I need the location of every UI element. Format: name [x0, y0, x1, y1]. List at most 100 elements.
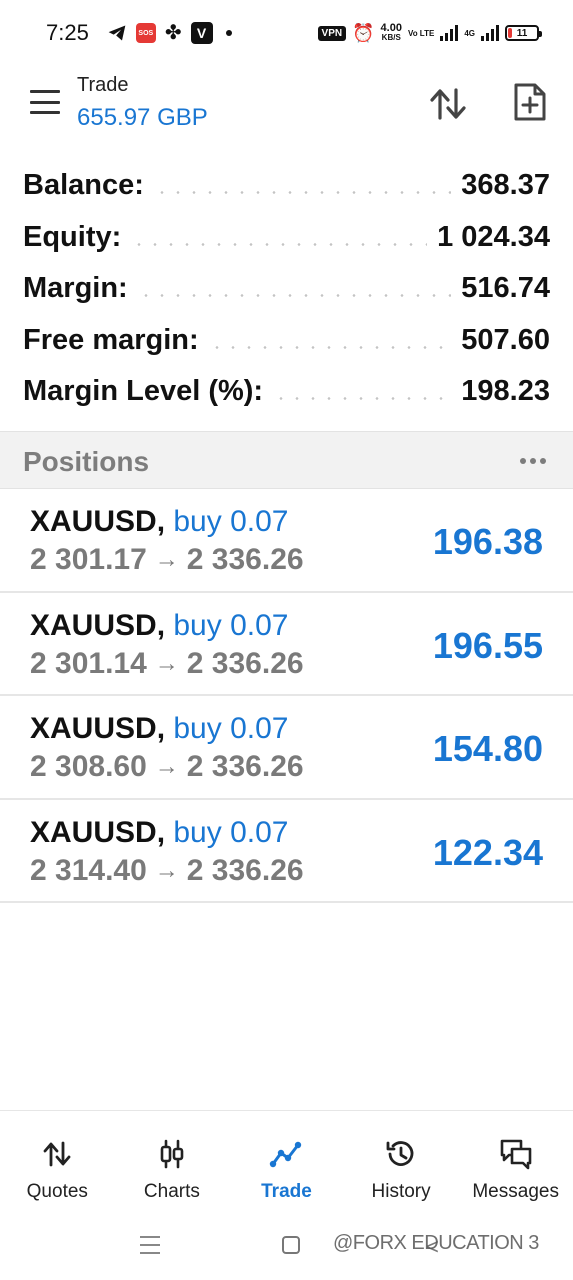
position-prices: 2 314.40 → 2 336.26: [30, 854, 304, 888]
summary-value: 1 024.34: [437, 220, 550, 253]
v-app-icon: V: [190, 22, 213, 44]
volte-indicator: Vo LTE: [407, 28, 435, 38]
alarm-icon: ⏰: [352, 22, 375, 43]
dotted-leader: [273, 397, 452, 401]
system-icons: VPN ⏰ 4.00 KB/S Vo LTE 4G 11: [317, 22, 542, 44]
summary-label: Balance:: [23, 169, 144, 202]
position-prices: 2 301.14 → 2 336.26: [30, 647, 304, 681]
positions-section-header[interactable]: Positions: [0, 431, 573, 489]
sos-icon: SOS: [135, 23, 156, 43]
position-side: buy 0.07: [173, 608, 289, 642]
sort-icon[interactable]: [428, 84, 468, 124]
account-balance-subtitle: 655.97 GBP: [77, 104, 208, 131]
position-prices: 2 308.60 → 2 336.26: [30, 750, 304, 784]
fan-icon: ✤: [164, 22, 182, 44]
dotted-leader: [137, 294, 452, 298]
nav-label: Messages: [472, 1181, 559, 1202]
position-symbol: XAUUSD: [30, 712, 157, 745]
position-row[interactable]: XAUUSD, buy 0.07 2 301.17 → 2 336.26 196.3…: [0, 489, 573, 593]
status-time: 7:25: [46, 20, 89, 45]
open-price: 2 308.60: [30, 750, 147, 783]
more-options-icon[interactable]: [520, 458, 546, 464]
nav-history[interactable]: History: [344, 1111, 459, 1220]
network-type: 4G: [464, 28, 475, 38]
position-title: XAUUSD, buy 0.07: [30, 505, 289, 538]
summary-label: Free margin:: [23, 323, 199, 356]
open-price: 2 301.17: [30, 543, 147, 576]
nav-charts[interactable]: Charts: [115, 1111, 230, 1220]
arrow-right-icon: →: [154, 753, 179, 780]
network-speed-value: 4.00: [380, 22, 402, 34]
position-row[interactable]: XAUUSD, buy 0.07 2 308.60 → 2 336.26 154.8…: [0, 696, 573, 800]
position-title: XAUUSD, buy 0.07: [30, 712, 289, 745]
position-symbol: XAUUSD: [30, 815, 157, 849]
summary-value: 507.60: [461, 323, 550, 356]
position-side: buy 0.07: [173, 815, 289, 849]
summary-label: Equity:: [23, 220, 122, 253]
arrow-right-icon: →: [154, 856, 179, 884]
current-price: 2 336.26: [186, 646, 304, 680]
nav-label: Trade: [261, 1181, 312, 1202]
positions-label: Positions: [23, 446, 150, 477]
status-bar: 7:25 SOS ✤ V VPN ⏰ 4.00 KB/S Vo LTE 4G 11: [0, 0, 573, 66]
summary-row-margin-level: Margin Level (%): 198.23: [0, 366, 573, 418]
charts-icon: [160, 1139, 184, 1169]
arrow-right-icon: →: [154, 546, 179, 573]
summary-value: 516.74: [461, 272, 550, 305]
position-profit: 196.55: [432, 624, 543, 666]
messages-icon: [500, 1139, 531, 1170]
trade-icon: [270, 1141, 302, 1168]
more-notifications-dot: [225, 30, 232, 36]
notification-icons: SOS ✤ V: [107, 22, 232, 44]
summary-label: Margin:: [23, 272, 128, 305]
summary-value: 368.37: [461, 169, 550, 202]
battery-level: 11: [516, 27, 528, 39]
dotted-leader: [208, 345, 452, 349]
position-symbol: XAUUSD: [30, 505, 157, 538]
nav-trade[interactable]: Trade: [229, 1111, 344, 1220]
current-price: 2 336.26: [186, 750, 304, 783]
position-side: buy 0.07: [173, 505, 289, 538]
position-profit: 196.38: [432, 521, 543, 562]
position-title: XAUUSD, buy 0.07: [30, 608, 289, 642]
network-speed-unit: KB/S: [381, 33, 401, 42]
current-price: 2 336.26: [186, 543, 304, 576]
home-icon[interactable]: [282, 1236, 300, 1254]
nav-messages[interactable]: Messages: [458, 1111, 573, 1220]
position-symbol: XAUUSD: [30, 608, 157, 642]
recent-apps-icon[interactable]: [140, 1236, 160, 1254]
watermark: @FORX EDUCATION 3: [333, 1232, 539, 1254]
position-row[interactable]: XAUUSD, buy 0.07 2 301.14 → 2 336.26 196.5…: [0, 593, 573, 696]
nav-label: Quotes: [26, 1181, 88, 1202]
position-side: buy 0.07: [173, 712, 289, 745]
position-prices: 2 301.17 → 2 336.26: [30, 543, 304, 577]
current-price: 2 336.26: [186, 853, 304, 887]
menu-icon[interactable]: [30, 90, 60, 114]
open-price: 2 301.14: [30, 646, 147, 680]
position-profit: 154.80: [432, 728, 543, 769]
signal-icon: [440, 25, 459, 41]
open-price: 2 314.40: [30, 853, 147, 887]
bottom-navigation: Quotes Charts Trade History Messages: [0, 1110, 573, 1220]
summary-row-margin: Margin: 516.74: [0, 263, 573, 315]
position-row[interactable]: XAUUSD, buy 0.07 2 314.40 → 2 336.26 122.3…: [0, 800, 573, 903]
dotted-leader: [153, 191, 452, 195]
summary-row-equity: Equity: 1 024.34: [0, 212, 573, 264]
system-navigation-bar: < @FORX EDUCATION 3: [0, 1222, 573, 1280]
signal-2-icon: [481, 25, 499, 41]
summary-row-free-margin: Free margin: 507.60: [0, 315, 573, 367]
summary-label: Margin Level (%):: [23, 375, 264, 408]
battery-icon: 11: [505, 25, 542, 41]
position-title: XAUUSD, buy 0.07: [30, 815, 289, 849]
nav-quotes[interactable]: Quotes: [0, 1111, 115, 1220]
history-icon: [386, 1141, 414, 1166]
network-speed: 4.00 KB/S: [380, 22, 402, 43]
new-order-icon[interactable]: [513, 82, 547, 122]
app-header: Trade 655.97 GBP: [0, 66, 573, 146]
nav-label: History: [371, 1181, 431, 1202]
position-profit: 122.34: [432, 831, 543, 873]
positions-list: XAUUSD, buy 0.07 2 301.17 → 2 336.26 196.3…: [0, 489, 573, 903]
summary-row-balance: Balance: 368.37: [0, 160, 573, 212]
page-title: Trade: [77, 74, 129, 96]
nav-label: Charts: [143, 1181, 200, 1202]
